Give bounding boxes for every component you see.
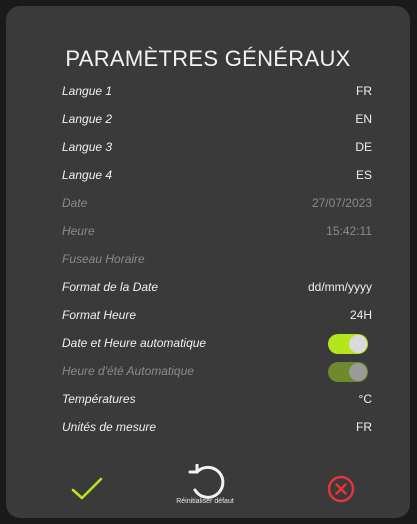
reset-button[interactable] <box>186 463 230 502</box>
reset-icon <box>188 463 225 499</box>
row-temperatures[interactable]: Températures °C <box>62 389 372 409</box>
row-label: Langue 2 <box>62 112 113 126</box>
row-value[interactable]: EN <box>355 109 372 129</box>
row-label: Langue 4 <box>62 168 113 182</box>
row-value[interactable]: ES <box>356 165 372 185</box>
row-label: Langue 1 <box>62 84 113 98</box>
row-language-3[interactable]: Langue 3 DE <box>62 137 372 157</box>
confirm-button[interactable] <box>70 474 104 504</box>
toggle-knob <box>349 335 367 353</box>
row-label: Heure <box>62 224 95 238</box>
row-label: Fuseau Horaire <box>62 252 145 266</box>
row-time-format[interactable]: Format Heure 24H <box>62 305 372 325</box>
row-date: Date 27/07/2023 <box>62 193 372 213</box>
auto-datetime-toggle[interactable] <box>328 334 368 354</box>
row-auto-datetime[interactable]: Date et Heure automatique <box>62 333 372 354</box>
row-value: 27/07/2023 <box>311 196 372 210</box>
row-date-format[interactable]: Format de la Date dd/mm/yyyy <box>62 277 372 297</box>
page-title: PARAMÈTRES GÉNÉRAUX <box>65 46 351 71</box>
row-value[interactable]: dd/mm/yyyy <box>308 277 372 297</box>
row-language-4[interactable]: Langue 4 ES <box>62 165 372 185</box>
check-icon <box>71 477 103 500</box>
row-value: 15:42:11 <box>326 224 372 238</box>
row-timezone: Fuseau Horaire <box>62 249 372 269</box>
row-label: Date et Heure automatique <box>62 336 207 350</box>
row-time: Heure 15:42:11 <box>62 221 372 241</box>
row-label: Unités de mesure <box>62 420 157 434</box>
toggle-knob <box>349 363 367 381</box>
row-value[interactable]: °C <box>359 389 372 409</box>
settings-panel: PARAMÈTRES GÉNÉRAUX Langue 1 FR Langue 2… <box>6 6 410 518</box>
row-value[interactable]: DE <box>355 137 372 157</box>
row-value[interactable]: FR <box>356 81 372 101</box>
row-label: Format Heure <box>62 308 137 322</box>
row-label: Langue 3 <box>62 140 113 154</box>
row-language-2[interactable]: Langue 2 EN <box>62 109 372 129</box>
reset-label[interactable]: Réinitialiser défaut <box>150 498 260 505</box>
cancel-button[interactable] <box>326 474 356 504</box>
row-value[interactable]: 24H <box>350 305 372 325</box>
auto-dst-toggle <box>328 362 368 382</box>
row-label: Date <box>62 196 88 210</box>
row-label: Heure d'été Automatique <box>62 364 194 378</box>
row-units[interactable]: Unités de mesure FR <box>62 417 372 437</box>
row-value[interactable]: FR <box>356 417 372 437</box>
cancel-icon <box>327 475 355 503</box>
row-language-1[interactable]: Langue 1 FR <box>62 81 372 101</box>
row-auto-dst: Heure d'été Automatique <box>62 361 372 382</box>
row-label: Format de la Date <box>62 280 159 294</box>
row-label: Températures <box>62 392 136 406</box>
